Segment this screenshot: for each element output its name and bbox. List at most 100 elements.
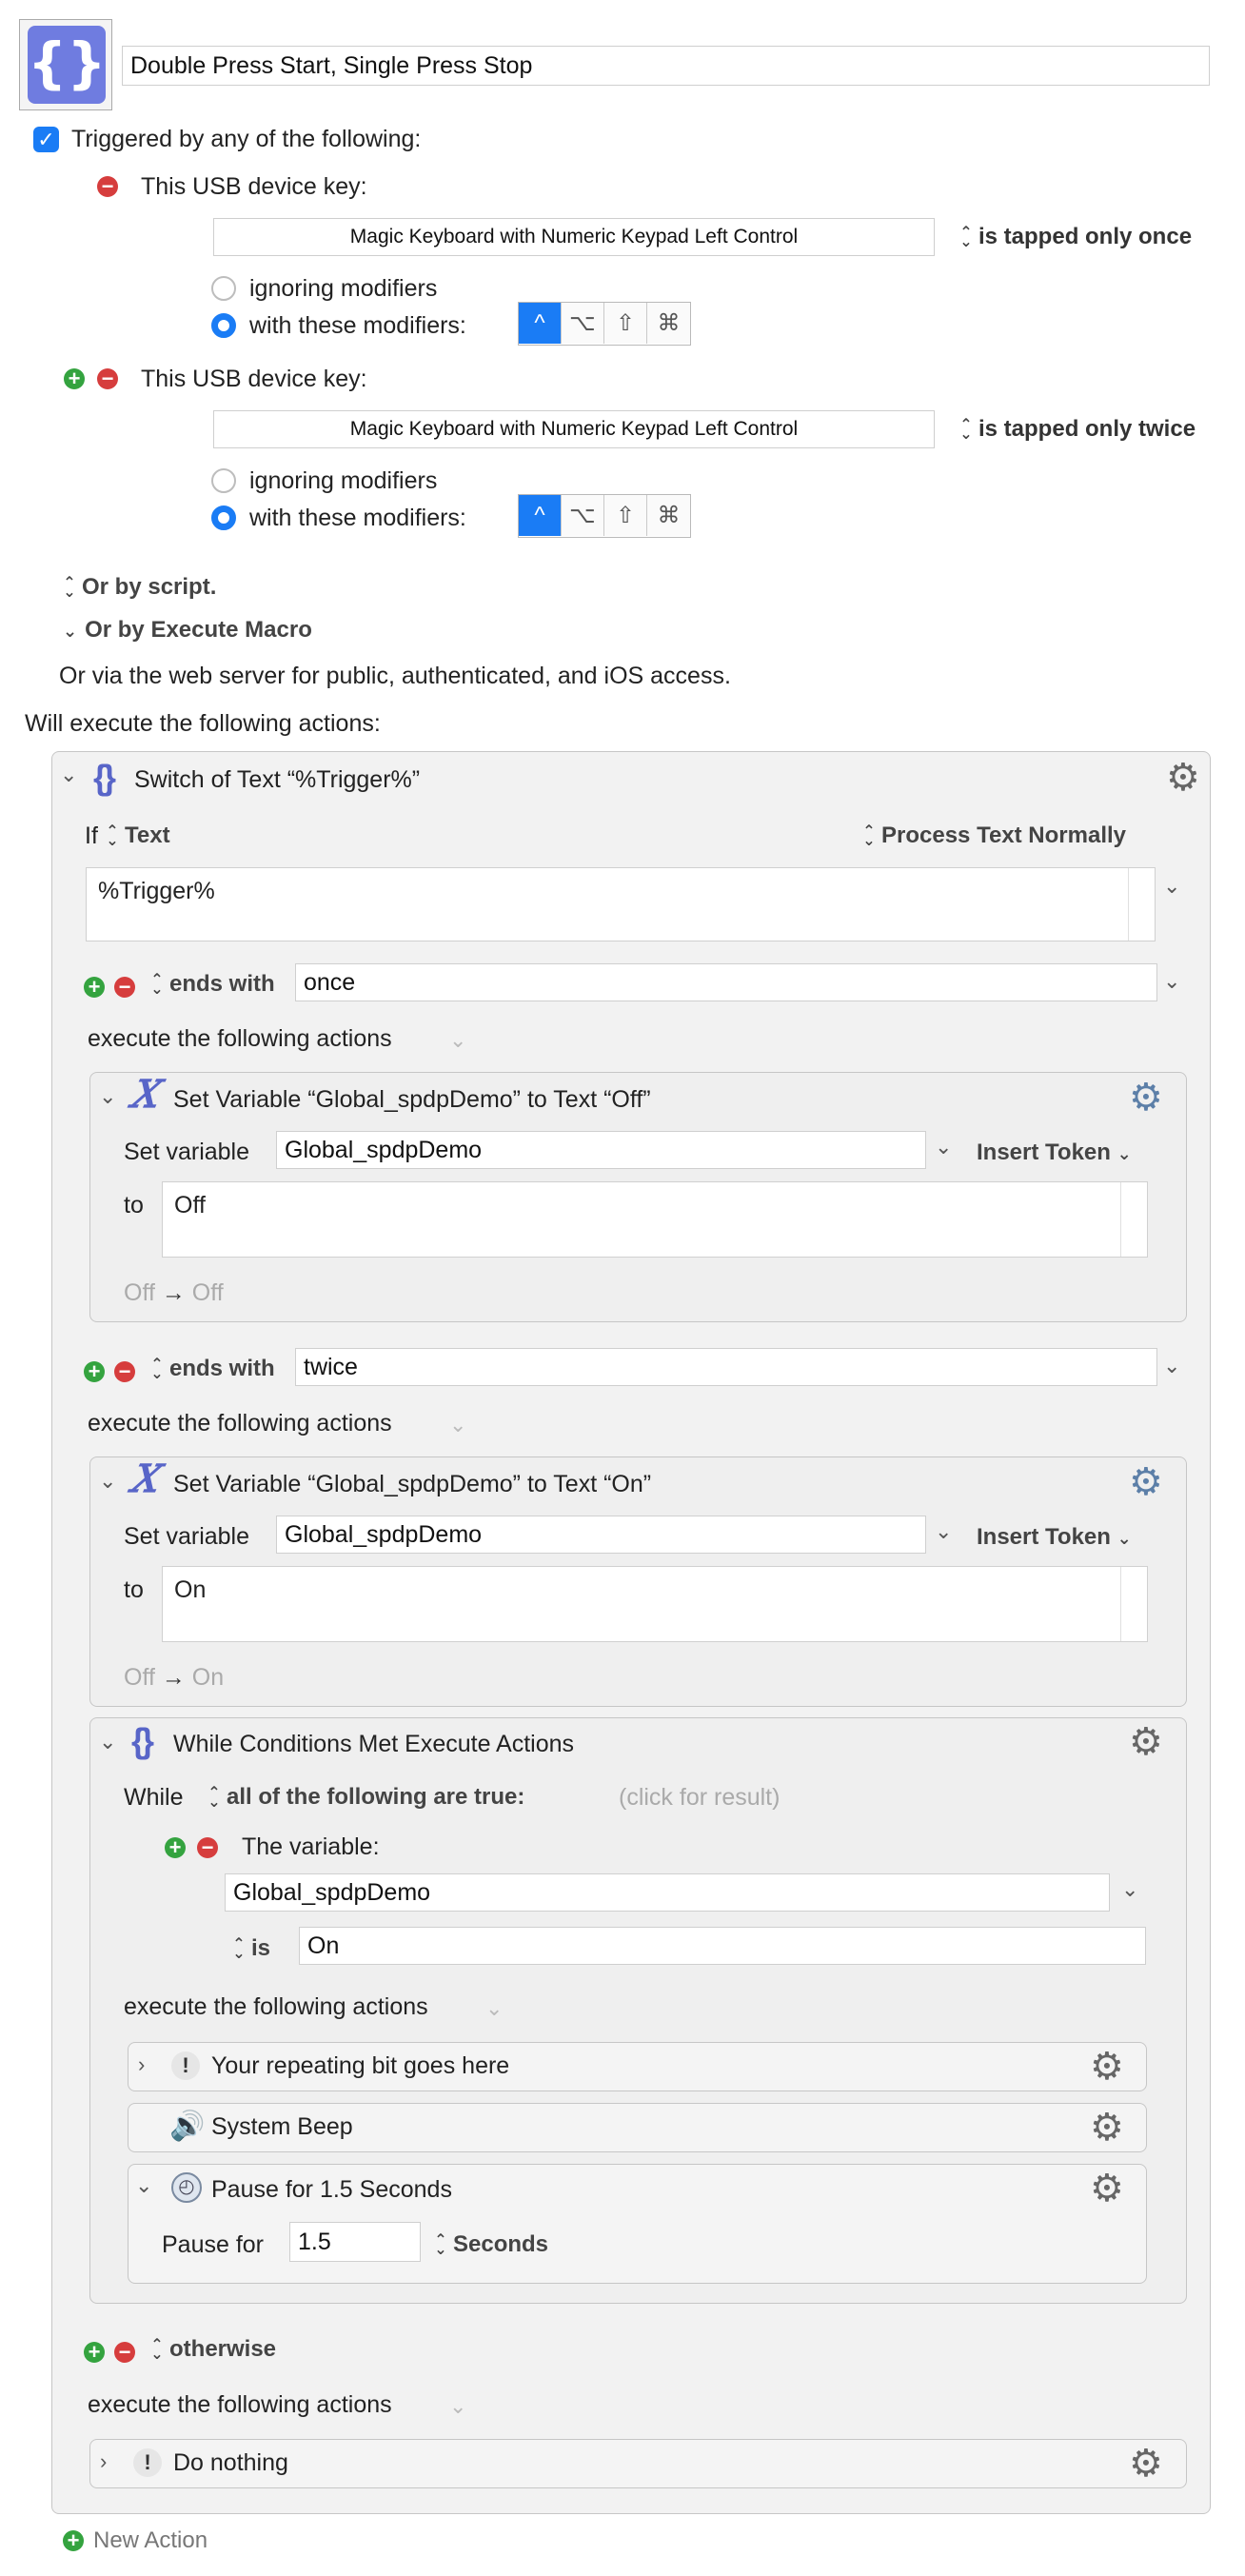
condition-variable-field[interactable]: Global_spdpDemo [225,1873,1110,1912]
variable-value-field[interactable]: On [162,1566,1148,1642]
insert-token-menu[interactable]: Insert Token ⌄ [977,1139,1132,1166]
while-title: While Conditions Met Execute Actions [173,1731,575,1757]
switch-text-field[interactable]: %Trigger% [86,867,1156,941]
case-2-operator[interactable]: ⌃ ⌄ ends with [150,1356,274,1382]
add-case-button[interactable]: + [84,2342,105,2363]
gear-icon[interactable]: ⚙ [1166,759,1200,797]
pause-duration-field[interactable]: 1.5 [289,2222,421,2262]
if-label: If [85,822,98,849]
trigger-2-ignore-label: ignoring modifiers [249,467,438,494]
trigger-2-modifiers[interactable]: ^ ⌥ ⇧ ⌘ [518,494,691,538]
trigger-2-tap-mode[interactable]: ⌃ ⌄ is tapped only twice [959,416,1196,443]
trigger-1-tap-mode[interactable]: ⌃ ⌄ is tapped only once [959,224,1192,250]
chevron-down-icon[interactable]: ⌄ [60,763,77,787]
switch-title: Switch of Text “%Trigger%” [134,766,421,793]
to-label: to [124,1192,144,1219]
new-action-plus-icon[interactable]: + [63,2530,84,2551]
case-2-value-field[interactable]: twice [295,1348,1157,1386]
remove-case-button[interactable]: − [114,2342,135,2363]
control-modifier[interactable]: ^ [519,495,562,536]
option-modifier[interactable]: ⌥ [562,303,604,344]
chevron-down-icon[interactable]: ⌄ [449,1413,466,1437]
option-modifier[interactable]: ⌥ [562,495,604,536]
new-action-button[interactable]: New Action [93,2527,208,2554]
variable-value-field[interactable]: Off [162,1181,1148,1258]
click-for-result[interactable]: (click for result) [619,1784,780,1812]
triggered-checkbox[interactable]: ✓ [33,127,59,152]
condition-operator[interactable]: ⌃ ⌄ is [232,1935,270,1962]
macro-icon-box[interactable]: {} [19,19,112,110]
remove-trigger-2-button[interactable]: − [97,368,118,389]
condition-mode-select[interactable]: ⌃ ⌄ all of the following are true: [208,1784,524,1811]
case-1-action-title: Set Variable “Global_spdpDemo” to Text “… [173,1086,651,1113]
chevron-down-icon[interactable]: ⌄ [99,1469,116,1494]
case-1-exec-label: execute the following actions [88,1025,392,1052]
gear-icon[interactable]: ⚙ [1090,2048,1124,2086]
control-modifier[interactable]: ^ [519,303,562,344]
shift-modifier[interactable]: ⇧ [604,303,647,344]
variable-x-icon: 𝑋 [130,1072,158,1117]
chevron-down-icon[interactable]: ⌄ [135,2173,152,2198]
add-case-button[interactable]: + [84,1361,105,1382]
condition-value-field[interactable]: On [299,1927,1146,1965]
chevron-down-icon[interactable]: ⌄ [935,1519,952,1544]
remove-case-button[interactable]: − [114,977,135,998]
set-variable-label: Set variable [124,1139,250,1165]
chevron-down-icon[interactable]: ⌄ [99,1084,116,1109]
chevron-down-icon[interactable]: ⌄ [1163,969,1180,994]
chevron-down-icon[interactable]: ⌄ [1163,874,1180,899]
curly-braces-icon: {} [131,1721,154,1760]
trigger-1-ignore-radio[interactable] [211,276,236,301]
gear-icon[interactable]: ⚙ [1129,1723,1163,1761]
add-trigger-button[interactable]: + [64,368,85,389]
or-by-execute-toggle[interactable]: ⌄ Or by Execute Macro [63,617,312,644]
chevron-down-icon: ⌄ [63,622,78,641]
trigger-2-with-radio[interactable] [211,505,236,530]
shift-modifier[interactable]: ⇧ [604,495,647,536]
chevron-down-icon[interactable]: ⌄ [449,2394,466,2419]
variable-name-field[interactable]: Global_spdpDemo [276,1516,926,1554]
gear-icon[interactable]: ⚙ [1129,2445,1163,2483]
command-modifier[interactable]: ⌘ [647,495,690,536]
pause-unit-select[interactable]: ⌃ ⌄ Seconds [434,2231,548,2258]
row-3-title: Pause for 1.5 Seconds [211,2176,452,2203]
chevron-down-icon[interactable]: ⌄ [485,1996,503,2021]
remove-trigger-1-button[interactable]: − [97,176,118,197]
insert-token-menu[interactable]: Insert Token ⌄ [977,1524,1132,1551]
while-label: While [124,1784,184,1811]
macro-name-field[interactable]: Double Press Start, Single Press Stop [122,46,1210,86]
gear-icon[interactable]: ⚙ [1090,2109,1124,2147]
trigger-1-with-radio[interactable] [211,313,236,338]
chevron-down-icon[interactable]: ⌄ [99,1730,116,1754]
while-exec-label: execute the following actions [124,1993,428,2020]
trigger-1-with-label: with these modifiers: [249,312,466,339]
speaker-icon: 🔊 [169,2110,206,2142]
chevron-down-icon[interactable]: ⌄ [449,1028,466,1053]
command-modifier[interactable]: ⌘ [647,303,690,344]
add-condition-button[interactable]: + [165,1837,186,1858]
chevron-down-icon[interactable]: ⌄ [1121,1877,1138,1902]
trigger-2-device-field[interactable]: Magic Keyboard with Numeric Keypad Left … [213,410,935,448]
or-by-script-toggle[interactable]: ⌃ ⌄ Or by script. [63,574,216,601]
chevron-right-icon[interactable]: › [138,2052,145,2077]
trigger-1-device-field[interactable]: Magic Keyboard with Numeric Keypad Left … [213,218,935,256]
add-case-button[interactable]: + [84,977,105,998]
web-server-text: Or via the web server for public, authen… [59,663,731,689]
trigger-2-ignore-radio[interactable] [211,468,236,493]
otherwise-operator[interactable]: ⌃ ⌄ otherwise [150,2336,276,2363]
process-text-select[interactable]: ⌃ ⌄ Process Text Normally [862,822,1126,849]
gear-icon[interactable]: ⚙ [1090,2170,1124,2208]
gear-icon[interactable]: ⚙ [1129,1079,1163,1117]
clock-icon: ◴ [171,2172,202,2203]
case-1-operator[interactable]: ⌃ ⌄ ends with [150,971,274,998]
remove-condition-button[interactable]: − [197,1837,218,1858]
chevron-right-icon[interactable]: › [100,2449,107,2474]
chevron-down-icon[interactable]: ⌄ [935,1135,952,1159]
switch-type-select[interactable]: ⌃ ⌄ Text [106,822,169,849]
gear-icon[interactable]: ⚙ [1129,1463,1163,1501]
variable-name-field[interactable]: Global_spdpDemo [276,1131,926,1169]
trigger-1-modifiers[interactable]: ^ ⌥ ⇧ ⌘ [518,302,691,346]
chevron-down-icon[interactable]: ⌄ [1163,1354,1180,1378]
case-1-value-field[interactable]: once [295,963,1157,1001]
remove-case-button[interactable]: − [114,1361,135,1382]
